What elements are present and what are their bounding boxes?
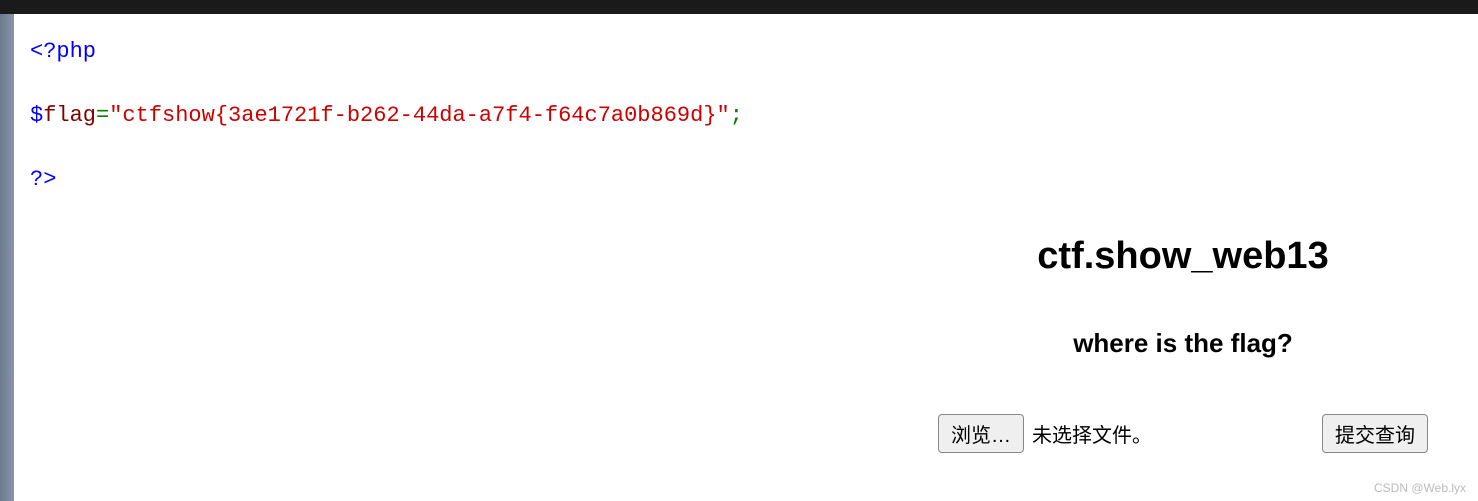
equals-sign: =: [96, 103, 109, 128]
dollar-sign: $: [30, 103, 43, 128]
php-source-code: <?php $flag="ctfshow{3ae1721f-b262-44da-…: [30, 30, 743, 202]
variable-name: flag: [43, 103, 96, 128]
page-subtitle: where is the flag?: [928, 328, 1438, 359]
php-open-tag: <?php: [30, 30, 743, 74]
browse-button[interactable]: 浏览…: [938, 414, 1024, 453]
page-title: ctf.show_web13: [928, 235, 1438, 278]
flag-string-value: ctfshow{3ae1721f-b262-44da-a7f4-f64c7a0b…: [122, 103, 716, 128]
upload-form-row: 浏览… 未选择文件。 提交查询: [928, 414, 1438, 453]
php-assignment-line: $flag="ctfshow{3ae1721f-b262-44da-a7f4-f…: [30, 94, 743, 138]
file-input-group: 浏览… 未选择文件。: [938, 414, 1152, 453]
string-quote-close: ": [717, 103, 730, 128]
string-quote-open: ": [109, 103, 122, 128]
submit-button[interactable]: 提交查询: [1322, 414, 1428, 453]
php-close-tag: ?>: [30, 158, 743, 202]
window-top-bar: [0, 0, 1478, 14]
semicolon: ;: [730, 103, 743, 128]
watermark-text: CSDN @Web.lyx: [1374, 481, 1466, 495]
upload-form-panel: ctf.show_web13 where is the flag? 浏览… 未选…: [928, 235, 1438, 453]
window-left-edge: [0, 14, 14, 501]
file-status-text: 未选择文件。: [1032, 419, 1152, 448]
